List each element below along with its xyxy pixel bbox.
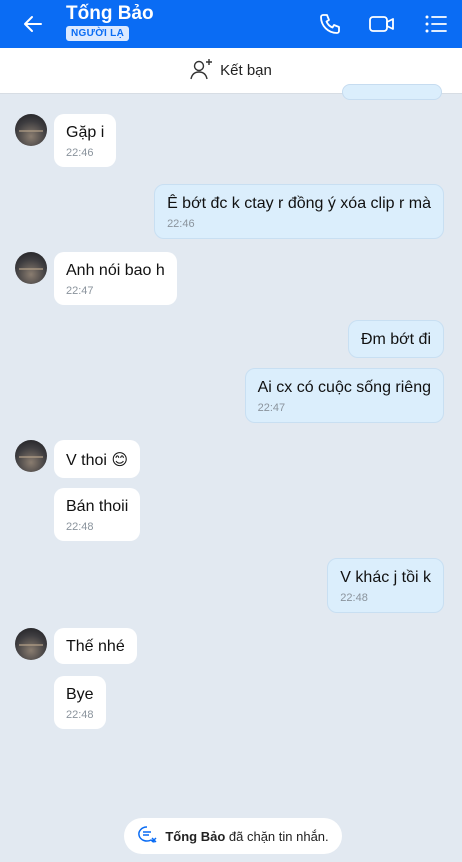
message-time: 22:48 (340, 592, 368, 604)
incoming-message[interactable]: Thế nhé (54, 628, 137, 664)
incoming-message[interactable]: Bán thoii 22:48 (54, 488, 141, 541)
video-call-icon[interactable] (368, 10, 396, 38)
message-text: Bán thoii (66, 498, 129, 515)
message-time: 22:46 (167, 218, 195, 230)
blocked-by-name: Tống Bảo (165, 828, 226, 844)
previous-message-edge (342, 84, 442, 100)
stranger-badge: NGƯỜI LẠ (66, 26, 130, 41)
outgoing-message[interactable]: V khác j tồi k 22:48 (327, 558, 444, 613)
message-time: 22:47 (257, 402, 286, 414)
incoming-message[interactable]: Anh nói bao h 22:47 (54, 252, 177, 305)
message-time: 22:46 (66, 147, 94, 159)
incoming-message[interactable]: Bye 22:48 (54, 676, 106, 729)
avatar[interactable] (15, 252, 47, 284)
add-friend-label[interactable]: Kết bạn (220, 62, 272, 79)
message-text: Đm bớt đi (360, 331, 431, 348)
message-text: V khác j tồi k (340, 569, 431, 586)
chat-area[interactable]: Gặp i 22:46 Ê bớt đc k ctay r đồng ý xóa… (0, 84, 462, 862)
avatar[interactable] (15, 628, 47, 660)
message-time: 22:48 (66, 709, 94, 721)
message-text: Ê bớt đc k ctay r đồng ý xóa clip r mà (167, 195, 431, 212)
outgoing-message[interactable]: Ê bớt đc k ctay r đồng ý xóa clip r mà 2… (154, 184, 444, 239)
message-text: Anh nói bao h (66, 262, 165, 279)
message-text: Ai cx có cuộc sống riêng (257, 379, 431, 396)
message-time: 22:47 (66, 285, 94, 297)
blocked-notice: Tống Bảo đã chặn tin nhắn. (124, 818, 342, 854)
incoming-message[interactable]: Gặp i 22:46 (54, 114, 117, 167)
menu-list-icon[interactable] (422, 10, 450, 38)
contact-name[interactable]: Tống Bảo (66, 3, 154, 25)
message-time: 22:48 (66, 521, 94, 533)
message-text: Bye (66, 686, 94, 703)
back-arrow-icon[interactable] (18, 9, 48, 39)
outgoing-message[interactable]: Đm bớt đi (347, 320, 444, 358)
message-text: Thế nhé (66, 638, 125, 655)
avatar[interactable] (15, 114, 47, 146)
avatar[interactable] (15, 440, 47, 472)
blocked-chat-icon (137, 825, 159, 848)
chat-header: Tống Bảo NGƯỜI LẠ (0, 0, 462, 48)
message-text: V thoi 😊 (66, 452, 129, 469)
outgoing-message[interactable]: Ai cx có cuộc sống riêng 22:47 (244, 368, 444, 423)
phone-icon[interactable] (316, 10, 344, 38)
message-text: Gặp i (66, 124, 105, 141)
incoming-message[interactable]: V thoi 😊 (54, 440, 141, 478)
add-person-icon (190, 58, 214, 84)
blocked-text: đã chặn tin nhắn. (225, 828, 329, 844)
